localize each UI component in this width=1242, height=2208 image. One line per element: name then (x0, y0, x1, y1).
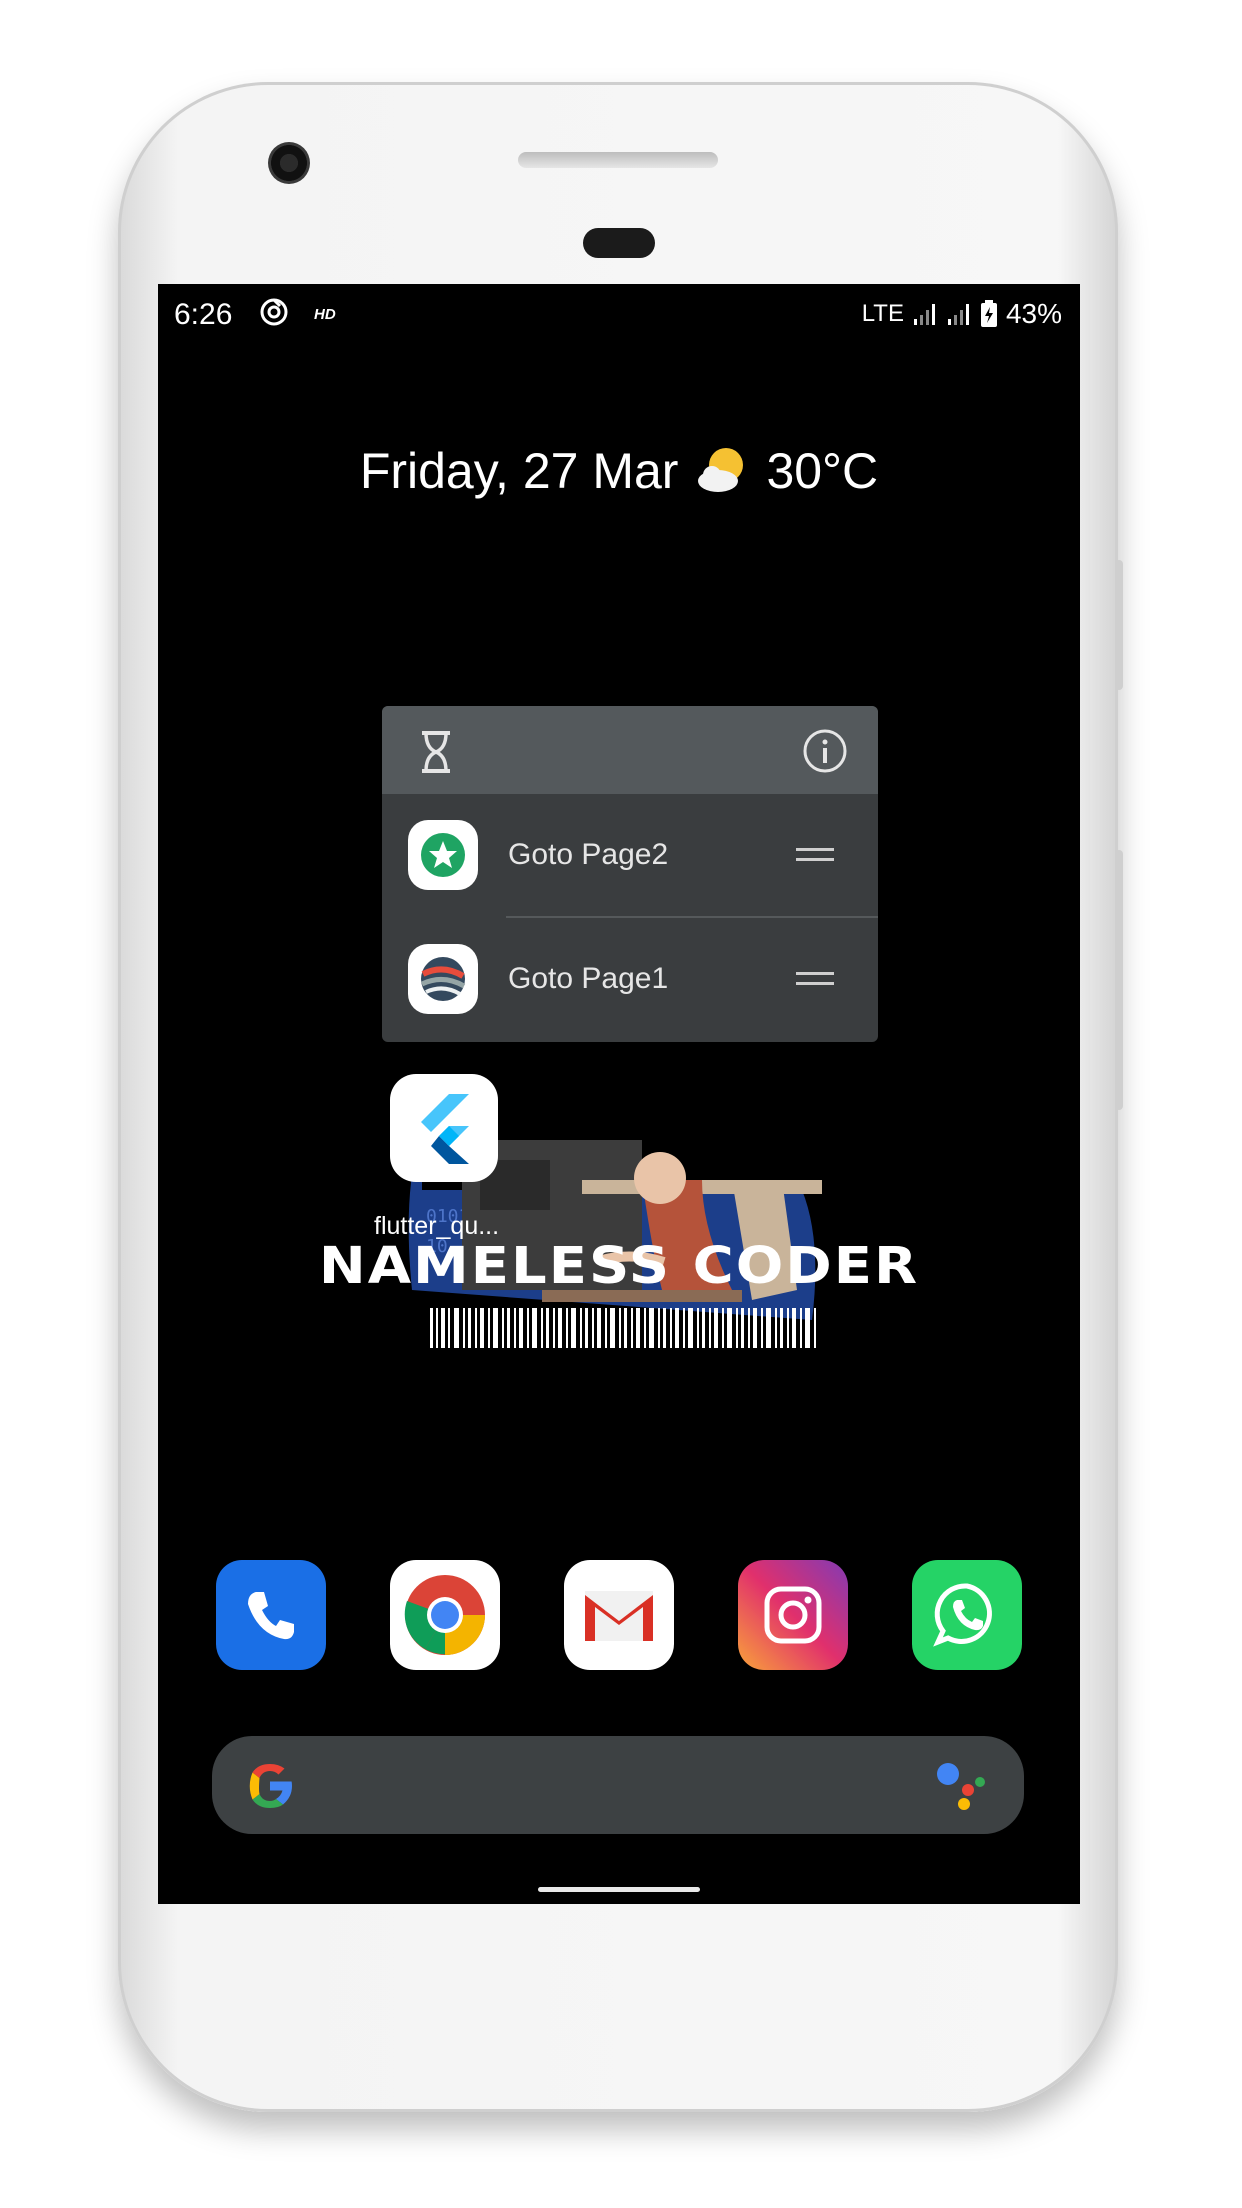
home-gesture-pill[interactable] (538, 1887, 700, 1892)
assistant-icon[interactable] (934, 1760, 988, 1810)
phone-screen: 6:26 HD LTE 43% Friday, 27 Mar 30°C 0101… (158, 284, 1080, 1904)
temperature-text: 30°C (766, 443, 879, 499)
whatsapp-icon (933, 1583, 992, 1647)
gmail-icon (585, 1591, 653, 1641)
shortcut-label: Goto Page1 (508, 962, 669, 995)
battery-charging-icon (980, 300, 997, 327)
flutter-app-icon[interactable] (390, 1074, 498, 1182)
instagram-icon (764, 1586, 822, 1644)
drag-handle-icon[interactable] (796, 970, 834, 988)
dock-app-chrome[interactable] (390, 1560, 500, 1670)
hourglass-icon[interactable] (418, 730, 454, 774)
signal-icon (913, 304, 935, 325)
drag-handle-icon[interactable] (796, 846, 834, 864)
google-g-icon (249, 1764, 292, 1808)
power-button (1115, 850, 1123, 1110)
network-type: LTE (861, 300, 904, 327)
sync-icon (260, 298, 288, 326)
status-bar: 6:26 HD LTE 43% (158, 284, 1080, 344)
popup-header (382, 706, 878, 794)
dock-app-phone[interactable] (216, 1560, 326, 1670)
hd-voice-badge: HD (314, 306, 336, 323)
shortcut-label: Goto Page2 (508, 838, 669, 871)
dock-app-instagram[interactable] (738, 1560, 848, 1670)
globe-icon (420, 957, 466, 1001)
battery-percent: 43% (1005, 298, 1062, 329)
google-search-bar[interactable] (212, 1736, 1024, 1834)
star-badge-icon (421, 833, 465, 877)
app-shortcuts-popup: Goto Page2 Goto Page1 (382, 706, 878, 1042)
proximity-sensor (583, 228, 655, 258)
phone-icon (248, 1592, 294, 1640)
signal-icon-2 (947, 304, 969, 325)
status-time: 6:26 (174, 298, 233, 331)
volume-button (1115, 560, 1123, 690)
partly-cloudy-icon (698, 448, 744, 492)
wallpaper-brand-text: NAMELESS CODER (318, 1237, 920, 1296)
status-right: LTE 43% (862, 298, 1062, 330)
front-camera (268, 142, 310, 184)
earpiece-speaker (518, 152, 718, 168)
date-weather-widget[interactable]: Friday, 27 Mar 30°C (158, 442, 1080, 500)
shortcut-item-page1[interactable]: Goto Page1 (382, 918, 878, 1040)
info-icon[interactable] (802, 728, 848, 774)
app-dock (216, 1560, 1022, 1670)
shortcut-item-page2[interactable]: Goto Page2 (382, 794, 878, 916)
shortcut-icon-container (408, 820, 478, 890)
barcode-graphic (430, 1308, 816, 1348)
date-text: Friday, 27 Mar (359, 443, 679, 499)
chrome-icon (404, 1575, 485, 1655)
dock-app-whatsapp[interactable] (912, 1560, 1022, 1670)
dock-app-gmail[interactable] (564, 1560, 674, 1670)
flutter-icon (421, 1094, 469, 1164)
shortcut-icon-container (408, 944, 478, 1014)
